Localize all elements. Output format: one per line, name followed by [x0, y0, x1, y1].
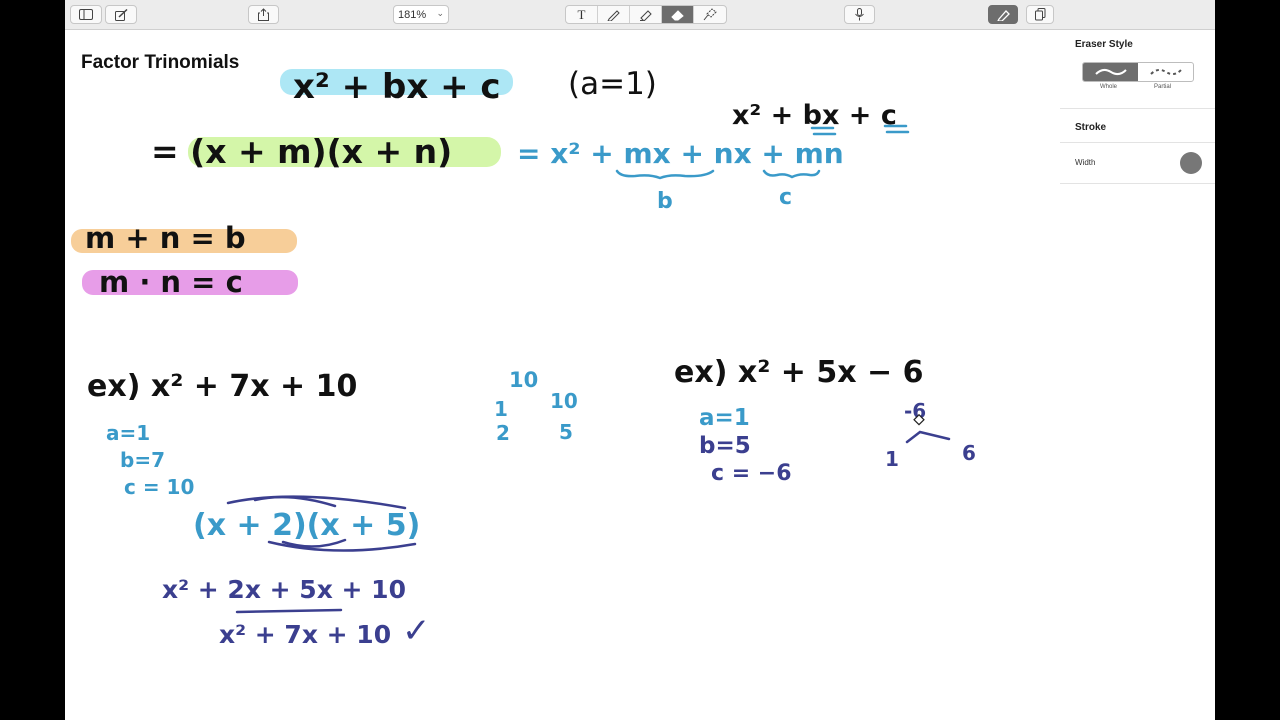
share-icon: [258, 8, 269, 21]
factor-top-text: 10: [509, 368, 538, 392]
formula-text: x² + bx + c: [293, 67, 501, 107]
ex1-factored-text: (x + 2)(x + 5): [193, 508, 420, 543]
pen-tool-button[interactable]: [598, 6, 630, 23]
eraser-style-segmented-control: [1082, 62, 1194, 82]
product-rule-text: m · n = c: [99, 265, 243, 299]
lasso-icon: [703, 8, 717, 21]
pages-icon: [1034, 8, 1045, 21]
eraser-tool-button[interactable]: [662, 6, 694, 23]
sidebar-toggle-button[interactable]: [70, 5, 102, 24]
b-label-text: b: [657, 189, 673, 214]
condition-text: (a=1): [568, 66, 657, 102]
width-label: Width: [1075, 158, 1096, 167]
microphone-icon: [855, 8, 864, 21]
factor2-6-text: 6: [962, 441, 976, 465]
handwriting-layer: x² + bx + c (a=1) x² + bx + c = (x + m)(…: [71, 66, 976, 651]
zoom-value: 181%: [398, 8, 427, 21]
ex1-b-text: b=7: [120, 448, 165, 472]
pencil-tip-button[interactable]: [988, 5, 1018, 24]
pen-icon: [607, 10, 620, 21]
factor-1-text: 1: [494, 397, 508, 421]
sidebar-divider: [1060, 108, 1215, 109]
highlighter-tool-button[interactable]: [630, 6, 662, 23]
ex1-c-text: c = 10: [124, 475, 194, 499]
compose-icon: [114, 8, 128, 21]
sidebar-divider: [1060, 142, 1215, 143]
highlighter-icon: [640, 10, 652, 21]
microphone-button[interactable]: [844, 5, 875, 24]
check-mark: ✓: [402, 611, 431, 651]
text-icon: T: [577, 6, 586, 22]
partial-stroke-icon: [1149, 68, 1182, 76]
chevron-down-icon: ⌄: [436, 8, 444, 18]
formula-repeat-text: x² + bx + c: [732, 100, 897, 131]
sidebar-icon: [79, 9, 93, 20]
example-1-text: ex) x² + 7x + 10: [87, 369, 357, 404]
ex1-expanded-text: x² + 2x + 5x + 10: [162, 575, 406, 604]
eraser-icon: [670, 9, 684, 20]
share-button[interactable]: [248, 5, 279, 24]
stroke-width-preview[interactable]: [1180, 152, 1202, 174]
compose-button[interactable]: [105, 5, 137, 24]
combine-line: [235, 608, 343, 614]
c-underbrace: [762, 169, 821, 179]
lasso-tool-button[interactable]: [694, 6, 726, 23]
sum-rule-text: m + n = b: [85, 221, 246, 255]
expanded-form-text: = x² + mx + nx + mn: [517, 137, 844, 170]
text-tool-button[interactable]: T: [566, 6, 598, 23]
sidebar-divider: [1060, 183, 1215, 184]
ex2-c-text: c = −6: [711, 461, 792, 486]
pencil-tip-icon: [996, 10, 1010, 21]
tool-options-panel: Eraser Style Whole Partial Stroke Width: [1060, 30, 1215, 720]
eraser-partial-option[interactable]: [1138, 63, 1193, 81]
eraser-style-title: Eraser Style: [1075, 39, 1133, 50]
stroke-title: Stroke: [1075, 122, 1107, 133]
factor-5-text: 5: [559, 420, 573, 444]
factor-10-text: 10: [550, 389, 578, 413]
whole-stroke-icon: [1094, 68, 1127, 76]
page-view-button[interactable]: [1026, 5, 1054, 24]
factor2-1-text: 1: [885, 447, 899, 471]
b-underbrace: [615, 169, 715, 180]
eraser-partial-label: Partial: [1154, 84, 1172, 90]
notes-app-window: 181% ⌄ T Factor Trinomials x² + bx + c (…: [65, 0, 1215, 720]
toolbar: 181% ⌄ T: [65, 0, 1215, 30]
eraser-whole-label: Whole: [1100, 84, 1118, 90]
example-2-text: ex) x² + 5x − 6: [674, 355, 924, 390]
drawing-tools: T: [565, 5, 727, 24]
eraser-whole-option[interactable]: [1083, 63, 1138, 81]
factor-2-text: 2: [496, 421, 510, 445]
ex1-a-text: a=1: [106, 421, 150, 445]
ex2-a-text: a=1: [699, 405, 750, 431]
ex2-b-text: b=5: [699, 433, 751, 459]
c-label-text: c: [779, 185, 792, 210]
zoom-select[interactable]: 181% ⌄: [393, 5, 449, 24]
factor-tree-branch: [905, 430, 951, 444]
factored-form-text: = (x + m)(x + n): [151, 132, 452, 171]
ex1-result-text: x² + 7x + 10: [219, 620, 391, 649]
drawing-canvas[interactable]: Factor Trinomials x² + bx + c (a=1) x² +…: [65, 30, 1060, 720]
